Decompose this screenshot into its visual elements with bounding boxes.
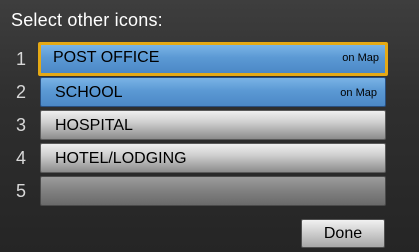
list-row-4: 4 HOTEL/LODGING (10, 143, 390, 175)
nav-screen: Select other icons: 1 POST OFFICE on Map… (0, 0, 419, 252)
page-title: Select other icons: (11, 10, 163, 30)
list-item-hospital[interactable]: HOSPITAL (40, 110, 386, 140)
list-item-empty[interactable] (40, 176, 386, 206)
item-label: POST OFFICE (53, 49, 160, 66)
list-row-2: 2 SCHOOL on Map (10, 77, 390, 109)
item-label: SCHOOL (55, 84, 123, 101)
icon-list: 1 POST OFFICE on Map 2 SCHOOL on Map 3 H… (10, 42, 390, 209)
row-number: 3 (15, 115, 26, 135)
list-item-school[interactable]: SCHOOL on Map (40, 77, 386, 107)
list-item-hotel-lodging[interactable]: HOTEL/LODGING (40, 143, 386, 173)
row-number: 4 (15, 148, 26, 168)
row-number: 1 (15, 49, 26, 69)
on-map-indicator: on Map (340, 87, 377, 99)
row-number: 5 (15, 181, 26, 201)
list-row-1: 1 POST OFFICE on Map (10, 42, 390, 76)
list-row-5: 5 (10, 176, 390, 208)
row-number: 2 (15, 82, 26, 102)
on-map-indicator: on Map (342, 52, 379, 64)
list-row-3: 3 HOSPITAL (10, 110, 390, 142)
done-button[interactable]: Done (301, 219, 385, 248)
item-label: HOSPITAL (55, 117, 133, 134)
list-item-post-office[interactable]: POST OFFICE on Map (38, 42, 388, 76)
item-label: HOTEL/LODGING (55, 150, 187, 167)
